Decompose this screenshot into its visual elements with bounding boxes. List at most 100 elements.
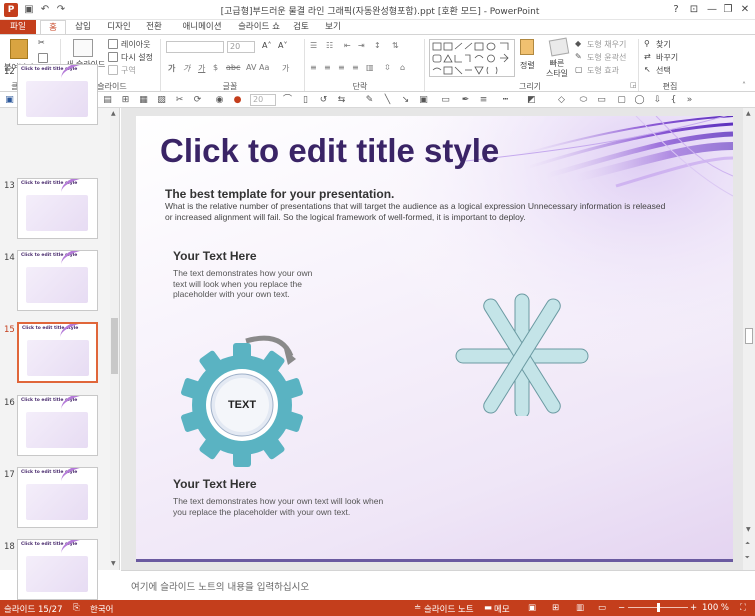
down-arrow-icon[interactable]: ⇩	[652, 95, 663, 106]
bold-small-icon[interactable]: ⌒	[282, 95, 293, 106]
minimize-button[interactable]: —	[704, 3, 720, 17]
insert-table-icon[interactable]: ▦	[138, 95, 149, 106]
arrow-line-icon[interactable]: ↘	[400, 95, 411, 106]
asterisk-graphic[interactable]	[454, 292, 590, 416]
scroll-up-icon[interactable]: ▲	[746, 110, 751, 117]
slide-thumbnail[interactable]: Click to edit title style	[17, 395, 98, 456]
scroll-down-icon[interactable]: ▼	[111, 560, 116, 567]
thumbnail-scroll-thumb[interactable]	[111, 318, 118, 374]
save-icon[interactable]: ▣	[4, 95, 15, 106]
line-icon[interactable]: ╲	[382, 95, 393, 106]
align-right-icon[interactable]: ≡	[338, 63, 345, 72]
zoom-level[interactable]: 100 %	[702, 603, 729, 613]
find-icon[interactable]: ⚲	[644, 39, 650, 48]
rounded-rect-icon[interactable]: ▢	[616, 95, 627, 106]
slide-scroll-thumb[interactable]	[745, 328, 753, 344]
slide-thumbnail[interactable]: Click to edit title style	[17, 539, 98, 600]
arrange-button[interactable]: 정렬	[520, 60, 535, 71]
shadow-small-icon[interactable]: ◩	[526, 95, 537, 106]
tab-file[interactable]: 파일	[0, 20, 36, 34]
reset-button[interactable]: 다시 설정	[121, 52, 153, 63]
more-icon[interactable]: »	[684, 95, 695, 106]
thumbnail-scrollbar[interactable]: ▲ ▼	[110, 108, 119, 570]
shapes-gallery[interactable]	[429, 39, 515, 77]
reset-icon[interactable]	[108, 52, 118, 62]
slide-thumbnail[interactable]: Click to edit title style	[17, 250, 98, 311]
dash-style-icon[interactable]: ┅	[500, 95, 511, 106]
replace-icon[interactable]: ⇄	[644, 52, 651, 61]
align-center-icon[interactable]: ≡	[324, 63, 331, 72]
edit-shape-icon[interactable]: ✎	[364, 95, 375, 106]
text-box-icon[interactable]: ▯	[300, 95, 311, 106]
shadow-icon[interactable]: $	[213, 63, 218, 72]
tab-view[interactable]: 보기	[320, 20, 346, 34]
italic-icon[interactable]: 가	[183, 63, 190, 74]
shape-fill-icon[interactable]: ◆	[575, 39, 581, 48]
grid-icon[interactable]: ⊞	[120, 95, 131, 106]
picture-icon[interactable]: ▨	[156, 95, 167, 106]
text-paragraph-1[interactable]: The text demonstrates how your own text …	[173, 268, 313, 300]
3d-icon[interactable]: ◇	[556, 95, 567, 106]
cut-icon[interactable]: ✂	[38, 38, 45, 47]
restore-button[interactable]: ❐	[720, 3, 736, 17]
find-button[interactable]: 찾기	[656, 39, 671, 50]
slide-subtitle[interactable]: The best template for your presentation.	[165, 187, 394, 201]
rotate-small-icon[interactable]: ↺	[318, 95, 329, 106]
ribbon-options-icon[interactable]: ⊡	[686, 3, 702, 17]
comments-icon[interactable]: ▬	[484, 603, 492, 613]
slide-thumbnail[interactable]: Click to edit title style	[17, 322, 98, 383]
color-wheel-icon[interactable]: ●	[232, 95, 243, 106]
font-size-small-combo[interactable]: 20	[250, 94, 276, 106]
eyedropper-icon[interactable]: ✒	[460, 95, 471, 106]
shape-outline-icon[interactable]: ✎	[575, 52, 582, 61]
font-size-combo[interactable]: 20	[227, 41, 255, 53]
shape-outline-button[interactable]: 도형 윤곽선	[587, 52, 626, 63]
shape-fill-button[interactable]: 도형 채우기	[587, 39, 626, 50]
strikethrough-icon[interactable]: abc	[226, 63, 240, 72]
zoom-out-icon[interactable]: −	[618, 603, 625, 613]
text-highlight-icon[interactable]: ⬭	[578, 95, 589, 106]
quick-styles-button[interactable]: 빠른 스타일	[545, 59, 569, 79]
callout-icon[interactable]: ▭	[596, 95, 607, 106]
align-text-icon[interactable]: ⇳	[384, 63, 391, 72]
text-direction-icon[interactable]: ⇅	[392, 41, 399, 50]
justify-icon[interactable]: ≡	[352, 63, 359, 72]
arrange-icon[interactable]	[520, 39, 534, 55]
bold-icon[interactable]: 가	[168, 63, 175, 74]
grow-font-icon[interactable]: A˄	[262, 41, 271, 50]
line-style-icon[interactable]: ≡	[478, 95, 489, 106]
shape-effects-button[interactable]: 도형 효과	[587, 65, 619, 76]
slide-thumbnail[interactable]: Click to edit title style	[17, 467, 98, 528]
zoom-in-icon[interactable]: +	[690, 603, 697, 613]
zoom-slider-thumb[interactable]	[657, 603, 660, 612]
tab-review[interactable]: 검토	[288, 20, 314, 34]
paste-icon[interactable]	[10, 39, 28, 59]
scroll-down-icon[interactable]: ▼	[746, 526, 751, 533]
columns-icon[interactable]: ▥	[366, 63, 374, 72]
fill-color-icon[interactable]: ◉	[214, 95, 225, 106]
shape-effects-icon[interactable]: ▢	[575, 65, 583, 74]
image-icon[interactable]: ▣	[418, 95, 429, 106]
slide-title[interactable]: Click to edit title style	[160, 132, 499, 170]
tab-insert[interactable]: 삽입	[70, 20, 96, 34]
slide-thumbnail[interactable]: Click to edit title style	[17, 64, 98, 125]
select-icon[interactable]: ↖	[644, 65, 651, 74]
shape-outline-small-icon[interactable]: ▭	[440, 95, 451, 106]
collapse-ribbon-icon[interactable]: ˄	[742, 81, 746, 90]
brace-icon[interactable]: {	[668, 95, 679, 106]
undo-icon[interactable]: ↶	[38, 3, 52, 17]
slide-sorter-icon[interactable]: ⊞	[552, 603, 559, 613]
select-button[interactable]: 선택	[656, 65, 671, 76]
shrink-font-icon[interactable]: A˅	[278, 41, 287, 50]
redo-icon[interactable]: ↷	[54, 3, 68, 17]
help-button[interactable]: ?	[668, 3, 684, 17]
smartart-icon[interactable]: ⌂	[400, 63, 405, 72]
slide-thumbnail-pane[interactable]: 12 Click to edit title style 13 Click to ed…	[0, 64, 120, 600]
notes-pane[interactable]: 여기에 슬라이드 노트의 내용을 입력하십시오	[121, 570, 755, 600]
rotate-icon[interactable]: ⟳	[192, 95, 203, 106]
bullets-icon[interactable]: ☰	[310, 41, 317, 50]
slide-thumbnail[interactable]: Click to edit title style	[17, 178, 98, 239]
underline-icon[interactable]: 가	[198, 63, 205, 74]
tab-animations[interactable]: 애니메이션	[174, 20, 230, 34]
slide-body-text[interactable]: What is the relative number of presentat…	[165, 201, 675, 222]
